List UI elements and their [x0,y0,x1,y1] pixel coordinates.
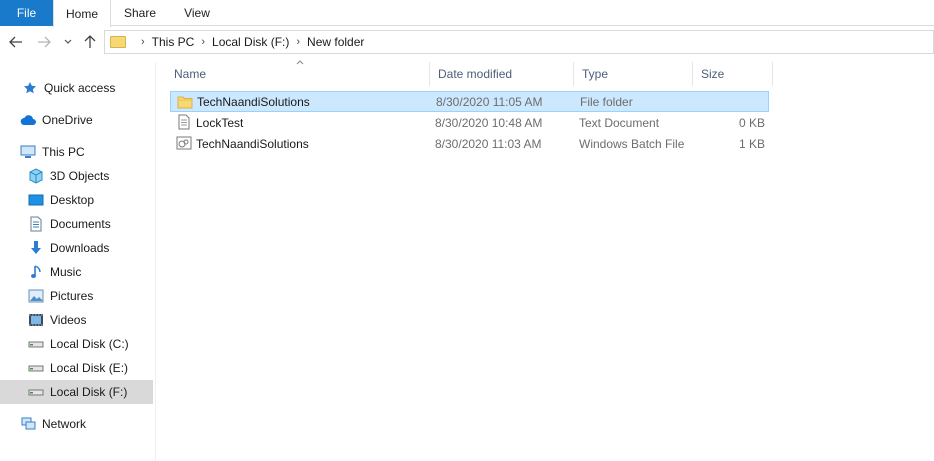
arrow-left-icon [9,36,22,48]
nav-item-local-disk-f[interactable]: Local Disk (F:) [0,380,153,404]
column-header-label: Type [582,67,609,81]
file-type: File folder [580,94,633,109]
monitor-icon [20,144,36,160]
folder-icon [110,36,126,48]
tab-home[interactable]: Home [53,0,111,27]
column-header-label: Name [174,67,207,81]
up-button[interactable] [80,31,100,53]
file-date: 8/30/2020 10:48 AM [435,115,543,130]
nav-item-downloads[interactable]: Downloads [0,236,153,260]
recent-locations-button[interactable] [60,31,76,53]
nav-item-onedrive[interactable]: OneDrive [0,108,153,132]
tab-file[interactable]: File [0,0,53,26]
nav-item-music[interactable]: Music [0,260,153,284]
file-row[interactable]: LockTest 8/30/2020 10:48 AM Text Documen… [170,112,769,133]
address-bar[interactable]: › This PC › Local Disk (F:) › New folder [104,30,934,54]
nav-item-label: Quick access [44,81,116,95]
folder-icon [177,96,193,109]
nav-item-label: Documents [50,217,111,231]
forward-button[interactable] [34,31,54,53]
nav-item-label: Music [50,265,82,279]
batch-file-icon [176,136,192,150]
navigation-bar: › This PC › Local Disk (F:) › New folder [0,27,934,57]
chevron-right-icon: › [201,36,206,48]
nav-item-documents[interactable]: Documents [0,212,153,236]
nav-item-pictures[interactable]: Pictures [0,284,153,308]
nav-item-label: 3D Objects [50,169,110,183]
nav-item-videos[interactable]: Videos [0,308,153,332]
drive-icon [28,384,44,400]
nav-item-local-disk-e[interactable]: Local Disk (E:) [0,356,153,380]
sort-ascending-icon [296,58,304,67]
nav-item-label: Downloads [50,241,110,255]
nav-item-label: Desktop [50,193,95,207]
file-name: TechNaandiSolutions [196,136,309,151]
network-icon [20,416,36,432]
nav-item-label: OneDrive [42,113,93,127]
breadcrumb-local-disk-f[interactable]: Local Disk (F:) [212,35,289,49]
file-list: Name Date modified Type Size TechNaandiS… [166,62,934,461]
video-icon [28,312,44,328]
download-icon [28,240,44,256]
cube-icon [28,168,44,184]
nav-item-this-pc[interactable]: This PC [0,140,153,164]
file-row[interactable]: TechNaandiSolutions 8/30/2020 11:05 AM F… [170,91,769,112]
back-button[interactable] [6,31,26,53]
column-header-label: Size [701,67,725,81]
nav-item-quick-access[interactable]: Quick access [0,76,153,100]
column-header-size[interactable]: Size [693,62,773,86]
nav-item-label: Pictures [50,289,94,303]
music-icon [28,264,44,280]
nav-item-label: Local Disk (F:) [50,385,128,399]
chevron-right-icon: › [141,36,145,48]
ribbon-tabs: File Home Share View [0,0,934,27]
nav-item-label: Network [42,417,87,431]
file-size: 1 KB [738,136,765,151]
nav-item-label: Local Disk (E:) [50,361,129,375]
nav-item-local-disk-c[interactable]: Local Disk (C:) [0,332,153,356]
text-file-icon [178,114,190,130]
column-header-label: Date modified [438,67,513,81]
file-date: 8/30/2020 11:05 AM [436,94,543,109]
chevron-down-icon [64,39,72,44]
file-date: 8/30/2020 11:03 AM [435,136,542,151]
tab-share[interactable]: Share [111,0,169,26]
file-type: Windows Batch File [579,136,685,151]
nav-item-3d-objects[interactable]: 3D Objects [0,164,153,188]
nav-item-label: This PC [42,145,85,159]
chevron-right-icon: › [296,36,301,48]
breadcrumb-new-folder[interactable]: New folder [307,35,364,49]
drive-icon [28,360,44,376]
file-name: TechNaandiSolutions [197,94,310,109]
tab-view[interactable]: View [169,0,225,26]
file-size: 0 KB [738,115,765,130]
arrow-right-icon [38,36,51,48]
document-icon [28,216,44,232]
navigation-pane: Quick access OneDrive This PC 3D Objects… [0,62,156,461]
file-row[interactable]: TechNaandiSolutions 8/30/2020 11:03 AM W… [170,133,769,154]
breadcrumb-this-pc[interactable]: This PC [152,35,195,49]
arrow-up-icon [84,35,96,48]
desktop-icon [28,192,44,208]
star-icon [22,80,38,96]
drive-icon [28,336,44,352]
nav-item-label: Local Disk (C:) [50,337,129,351]
file-name: LockTest [196,115,244,130]
nav-item-desktop[interactable]: Desktop [0,188,153,212]
column-header-date-modified[interactable]: Date modified [430,62,574,86]
nav-item-network[interactable]: Network [0,412,153,436]
column-header-type[interactable]: Type [574,62,693,86]
file-type: Text Document [579,115,660,130]
nav-item-label: Videos [50,313,87,327]
picture-icon [28,288,44,304]
cloud-icon [20,112,36,128]
